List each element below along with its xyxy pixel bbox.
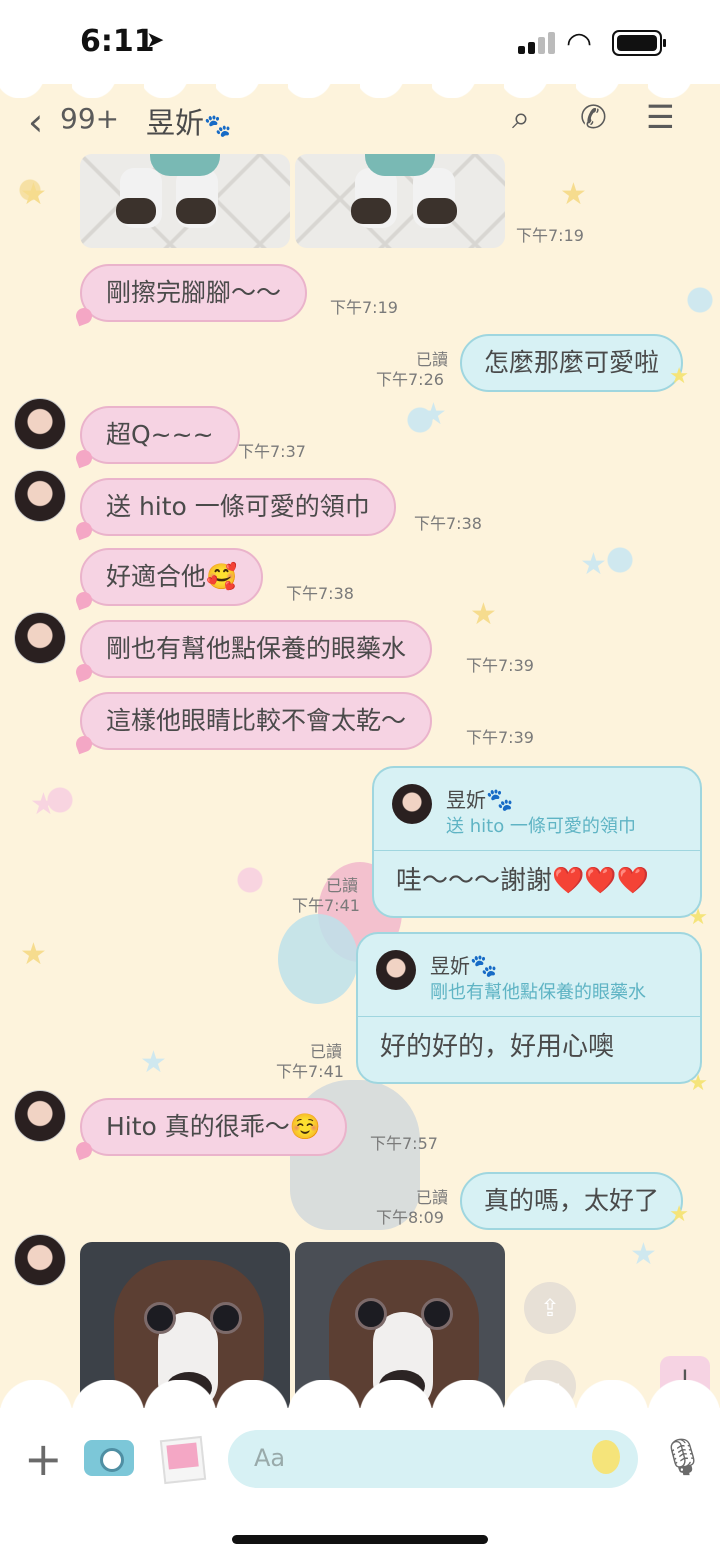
background-star: ★ [30,787,57,822]
reply-quote: 送 hito 一條可愛的領巾 [446,816,636,837]
timestamp: 下午7:19 [330,298,398,317]
balloon-decoration [278,914,358,1004]
background-star: ★ [470,597,497,632]
reply-sender: 昱妡🐾 [446,788,514,813]
photo-dog-paws-2[interactable] [295,154,505,248]
avatar[interactable] [14,1090,66,1142]
balloon-icon [592,1440,620,1474]
avatar[interactable] [14,1234,66,1286]
plus-icon[interactable]: + [24,1436,63,1482]
incoming-message[interactable]: 剛擦完腳腳～～ [80,264,308,322]
photo-icon[interactable] [159,1435,207,1485]
timestamp: 下午7:41 [276,1062,344,1081]
timestamp: 下午7:39 [466,728,534,747]
phone-icon[interactable]: ✆ [580,98,607,136]
unread-count[interactable]: 99+ [60,102,119,135]
incoming-message[interactable]: 剛也有幫他點保養的眼藥水 [80,620,433,678]
paw-icon: 🐾 [204,114,232,139]
reply-quote: 剛也有幫他點保養的眼藥水 [430,982,646,1003]
avatar[interactable] [14,612,66,664]
avatar[interactable] [14,470,66,522]
timestamp: 下午7:41 [292,896,360,915]
status-bar: 6:11 ➤ ◠ [0,0,720,84]
background-star: ★ [580,547,607,582]
timestamp: 下午7:19 [516,226,584,245]
background-star: ★ [630,1237,657,1272]
share-icon[interactable]: ⇪ [524,1282,576,1334]
cloud-border [0,1380,720,1410]
reply-sender: 昱妡🐾 [430,954,498,979]
incoming-message[interactable]: 這樣他眼睛比較不會太乾～ [80,692,433,750]
avatar[interactable] [14,398,66,450]
mic-icon[interactable]: 🎙 [660,1436,706,1478]
outgoing-message[interactable]: 怎麼那麼可愛啦 [460,334,689,404]
contact-name[interactable]: 昱妡🐾 [146,100,231,142]
reply-text: 好的好的，好用心噢 [380,1032,615,1062]
photo-dog-paws-1[interactable] [80,154,290,248]
reply-message[interactable]: 昱妡🐾 送 hito 一條可愛的領巾 哇～～～謝謝❤️❤️❤️ [372,766,708,930]
back-icon[interactable]: ‹ [28,100,43,144]
reply-text: 哇～～～謝謝❤️❤️❤️ [396,866,650,896]
menu-icon[interactable]: ☰ [646,98,675,136]
background-star: ★ [20,177,47,212]
home-indicator [232,1535,488,1544]
message-input-placeholder: Aa [254,1444,286,1472]
status-time: 6:11 [80,24,155,59]
paw-icon: 🐾 [470,954,498,979]
paw-icon: 🐾 [486,788,514,813]
timestamp: 下午7:26 [376,370,444,389]
background-star: ★ [20,937,47,972]
wifi-icon: ◠ [566,26,593,61]
timestamp: 下午7:37 [238,442,306,461]
cellular-signal-icon [518,32,558,54]
search-icon[interactable]: ⌕ [512,98,530,137]
background-star: ★ [140,1045,167,1080]
background-star: ★ [560,177,587,212]
outgoing-message[interactable]: 真的嗎，太好了 [460,1172,689,1242]
reply-avatar [392,784,432,824]
incoming-message[interactable]: 超Q~~~ [80,406,240,464]
incoming-message[interactable]: 送 hito 一條可愛的領巾 [80,478,396,536]
timestamp: 下午7:39 [466,656,534,675]
timestamp: 下午7:57 [370,1134,438,1153]
timestamp: 下午7:38 [286,584,354,603]
message-input[interactable]: Aa [228,1430,638,1488]
timestamp: 下午8:09 [376,1208,444,1227]
cloud-border [0,74,720,98]
incoming-message[interactable]: 好適合他🥰 [80,548,264,606]
chat-header: ‹ 99+ 昱妡🐾 ⌕ ✆ ☰ [0,96,720,154]
camera-icon[interactable] [84,1440,134,1476]
reply-avatar [376,950,416,990]
background-star: ★ [420,397,447,432]
reply-message[interactable]: 昱妡🐾 剛也有幫他點保養的眼藥水 好的好的，好用心噢 [356,932,708,1096]
battery-icon [612,30,666,56]
incoming-message[interactable]: Hito 真的很乖～☺️ [80,1098,347,1156]
location-arrow-icon: ➤ [146,28,165,53]
timestamp: 下午7:38 [414,514,482,533]
